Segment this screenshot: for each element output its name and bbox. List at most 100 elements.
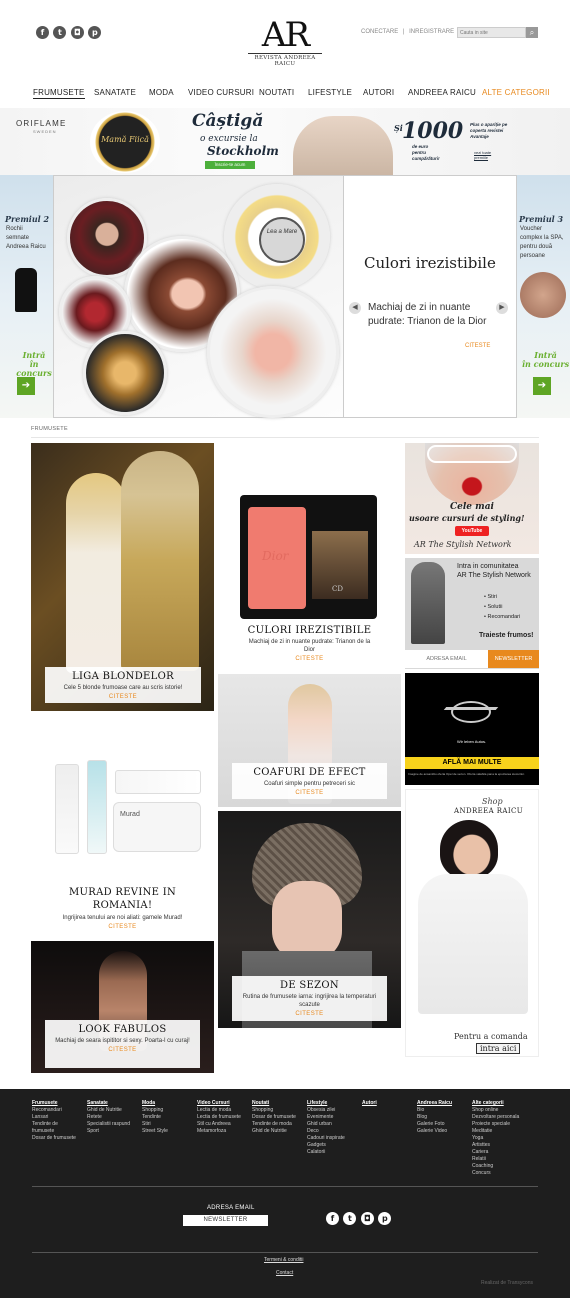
card-culori-read[interactable]: CITESTE bbox=[244, 656, 375, 662]
footer-link[interactable]: Dosar de frumusete bbox=[32, 1135, 76, 1142]
nav-autori[interactable]: AUTORI bbox=[363, 88, 394, 97]
footer-link[interactable]: Evenimente bbox=[307, 1114, 345, 1121]
hero-subtitle[interactable]: Machiaj de zi in nuante pudrate: Trianon… bbox=[368, 301, 493, 329]
footer-link[interactable]: Bio bbox=[417, 1107, 452, 1114]
promo-left-arrow-icon[interactable]: ➔ bbox=[17, 377, 35, 395]
footer-link[interactable]: Proiecte speciale bbox=[472, 1121, 519, 1128]
card-culori[interactable]: Dior CD CULORI IREZISTIBILE Machiaj de z… bbox=[218, 443, 401, 669]
footer-link[interactable]: Shopping bbox=[142, 1107, 168, 1114]
opel-ad[interactable]: Wir leben Autos. AFLĂ MAI MULTE Imagine … bbox=[405, 673, 539, 785]
youtube-icon[interactable]: YouTube bbox=[455, 526, 489, 536]
footer-link[interactable]: Blog bbox=[417, 1114, 452, 1121]
footer-link[interactable]: Lectia de moda bbox=[197, 1107, 241, 1114]
nav-lifestyle[interactable]: LIFESTYLE bbox=[308, 88, 352, 97]
promo-right[interactable]: Premiul 3 Voucher complex la SPA, pentru… bbox=[516, 175, 570, 418]
newsletter-email-input[interactable] bbox=[405, 650, 488, 668]
footer-link[interactable]: Coaching bbox=[472, 1163, 519, 1170]
footer-link[interactable]: Cadouri inspirate bbox=[307, 1135, 345, 1142]
shop-order-button[interactable]: intra aici bbox=[476, 1043, 521, 1054]
instagram-icon[interactable]: ◘ bbox=[70, 26, 84, 39]
card-murad[interactable]: Murad MURAD REVINE IN ROMANIA! Ingrijire… bbox=[31, 716, 214, 936]
footer-link[interactable]: Sport bbox=[87, 1128, 130, 1135]
register-link[interactable]: INREGISTRARE bbox=[409, 29, 454, 35]
footer-link[interactable]: Deco bbox=[307, 1128, 345, 1135]
card-de-sezon[interactable]: DE SEZON Rutina de frumusete iarna: ingr… bbox=[218, 811, 401, 1028]
footer-link[interactable]: Retete bbox=[87, 1114, 130, 1121]
footer-link[interactable]: Artisttes bbox=[472, 1142, 519, 1149]
footer-link[interactable]: Ghid urban bbox=[307, 1121, 345, 1128]
footer-heading[interactable]: Noutati bbox=[252, 1100, 296, 1107]
footer-link[interactable]: Dezvoltare personala bbox=[472, 1114, 519, 1121]
footer-heading[interactable]: Alte categorii bbox=[472, 1100, 519, 1107]
footer-link[interactable]: Yoga bbox=[472, 1135, 519, 1142]
footer-newsletter-input[interactable]: NEWSLETTER bbox=[183, 1215, 268, 1226]
footer-link[interactable]: Street Style bbox=[142, 1128, 168, 1135]
nav-alte-categorii[interactable]: ALTE CATEGORII bbox=[482, 88, 550, 97]
card-look-title[interactable]: LOOK FABULOS bbox=[51, 1024, 194, 1035]
slider-prev-icon[interactable]: ◀ bbox=[349, 302, 361, 314]
nav-video-cursuri[interactable]: VIDEO CURSURI bbox=[188, 88, 254, 97]
nav-andreea-raicu[interactable]: ANDREEA RAICU bbox=[408, 88, 476, 97]
promo-left[interactable]: Premiul 2 Rochii semnate Andreea Raicu I… bbox=[0, 175, 54, 418]
nav-moda[interactable]: MODA bbox=[149, 88, 174, 97]
site-logo[interactable]: AR REVISTA ANDREEA RAICU bbox=[248, 18, 322, 67]
footer-link[interactable]: Calatorii bbox=[307, 1149, 345, 1156]
footer-link[interactable]: Lectia de frumusete bbox=[197, 1114, 241, 1121]
facebook-icon[interactable]: f bbox=[36, 26, 49, 39]
nav-sanatate[interactable]: SANATATE bbox=[94, 88, 136, 97]
hero-headline[interactable]: Culori irezistibile bbox=[364, 254, 496, 272]
search-icon[interactable]: ⌕ bbox=[526, 27, 538, 38]
nav-frumusete[interactable]: FRUMUSETE bbox=[33, 88, 85, 99]
card-culori-title[interactable]: CULORI IREZISTIBILE bbox=[244, 625, 375, 636]
footer-link[interactable]: Stil cu Andreea bbox=[197, 1121, 241, 1128]
card-coafuri[interactable]: COAFURI DE EFECT Coafuri simple pentru p… bbox=[218, 674, 401, 807]
card-sezon-read[interactable]: CITESTE bbox=[238, 1011, 381, 1017]
card-sezon-title[interactable]: DE SEZON bbox=[238, 980, 381, 991]
footer-link[interactable]: Galerie Video bbox=[417, 1128, 452, 1135]
card-liga-title[interactable]: LIGA BLONDELOR bbox=[51, 671, 195, 682]
footer-heading[interactable]: Sanatate bbox=[87, 1100, 130, 1107]
footer-link[interactable]: Concurs bbox=[472, 1170, 519, 1177]
footer-link[interactable]: Meditatie bbox=[472, 1128, 519, 1135]
card-coafuri-title[interactable]: COAFURI DE EFECT bbox=[238, 767, 381, 778]
footer-link[interactable]: Galerie Foto bbox=[417, 1121, 452, 1128]
footer-heading[interactable]: Moda bbox=[142, 1100, 168, 1107]
newsletter-button[interactable]: NEWSLETTER bbox=[488, 650, 539, 668]
footer-contact-link[interactable]: Contact bbox=[276, 1270, 293, 1276]
card-liga-read[interactable]: CITESTE bbox=[51, 694, 195, 700]
footer-heading[interactable]: Lifestyle bbox=[307, 1100, 345, 1107]
card-look-read[interactable]: CITESTE bbox=[51, 1047, 194, 1053]
slider-next-icon[interactable]: ▶ bbox=[496, 302, 508, 314]
footer-link[interactable]: Ghid de Nutritie bbox=[252, 1128, 296, 1135]
search-input[interactable] bbox=[457, 27, 526, 38]
footer-heading[interactable]: Autori bbox=[362, 1100, 377, 1107]
banner-cta-button[interactable]: Înscrie-te acum bbox=[205, 161, 255, 169]
footer-link[interactable]: Dosar de frumusete bbox=[252, 1114, 296, 1121]
card-murad-title[interactable]: MURAD REVINE IN ROMANIA! bbox=[51, 886, 194, 912]
pinterest-icon[interactable]: p bbox=[88, 26, 102, 39]
footer-link[interactable]: Lansari bbox=[32, 1114, 76, 1121]
footer-link[interactable]: Ghid de Nutritie bbox=[87, 1107, 130, 1114]
card-look-fabulos[interactable]: LOOK FABULOS Machiaj de seara ispititor … bbox=[31, 941, 214, 1073]
footer-terms-link[interactable]: Termeni & conditii bbox=[264, 1257, 303, 1263]
card-liga-blondelor[interactable]: LIGA BLONDELOR Cele 5 blonde frumoase ca… bbox=[31, 443, 214, 711]
footer-link[interactable]: Tendinte de moda bbox=[252, 1121, 296, 1128]
opel-cta-button[interactable]: AFLĂ MAI MULTE bbox=[405, 757, 539, 769]
footer-link[interactable]: Relatii bbox=[472, 1156, 519, 1163]
footer-link[interactable]: Gadgets bbox=[307, 1142, 345, 1149]
footer-link[interactable]: Metamorfoza bbox=[197, 1128, 241, 1135]
login-link[interactable]: CONECTARE bbox=[361, 29, 398, 35]
shop-ad[interactable]: Shop ANDREEA RAICU Pentru a comanda intr… bbox=[405, 789, 539, 1057]
styling-courses-ad[interactable]: Cele mai usoare cursuri de styling! YouT… bbox=[405, 443, 539, 554]
footer-heading[interactable]: Frumusete bbox=[32, 1100, 76, 1107]
footer-link[interactable]: Stiri bbox=[142, 1121, 168, 1128]
instagram-icon[interactable]: ◘ bbox=[360, 1212, 374, 1225]
footer-link[interactable]: Shopping bbox=[252, 1107, 296, 1114]
footer-link[interactable]: Tendinte bbox=[142, 1114, 168, 1121]
twitter-icon[interactable]: t bbox=[53, 26, 67, 39]
oriflame-banner[interactable]: ORIFLAME SWEDEN Mamă Fiică Câștigă o exc… bbox=[0, 108, 570, 175]
footer-link[interactable]: Specialistii raspund bbox=[87, 1121, 130, 1128]
footer-link[interactable]: Obsesia zilei bbox=[307, 1107, 345, 1114]
promo-right-arrow-icon[interactable]: ➔ bbox=[533, 377, 551, 395]
card-coafuri-read[interactable]: CITESTE bbox=[238, 790, 381, 796]
